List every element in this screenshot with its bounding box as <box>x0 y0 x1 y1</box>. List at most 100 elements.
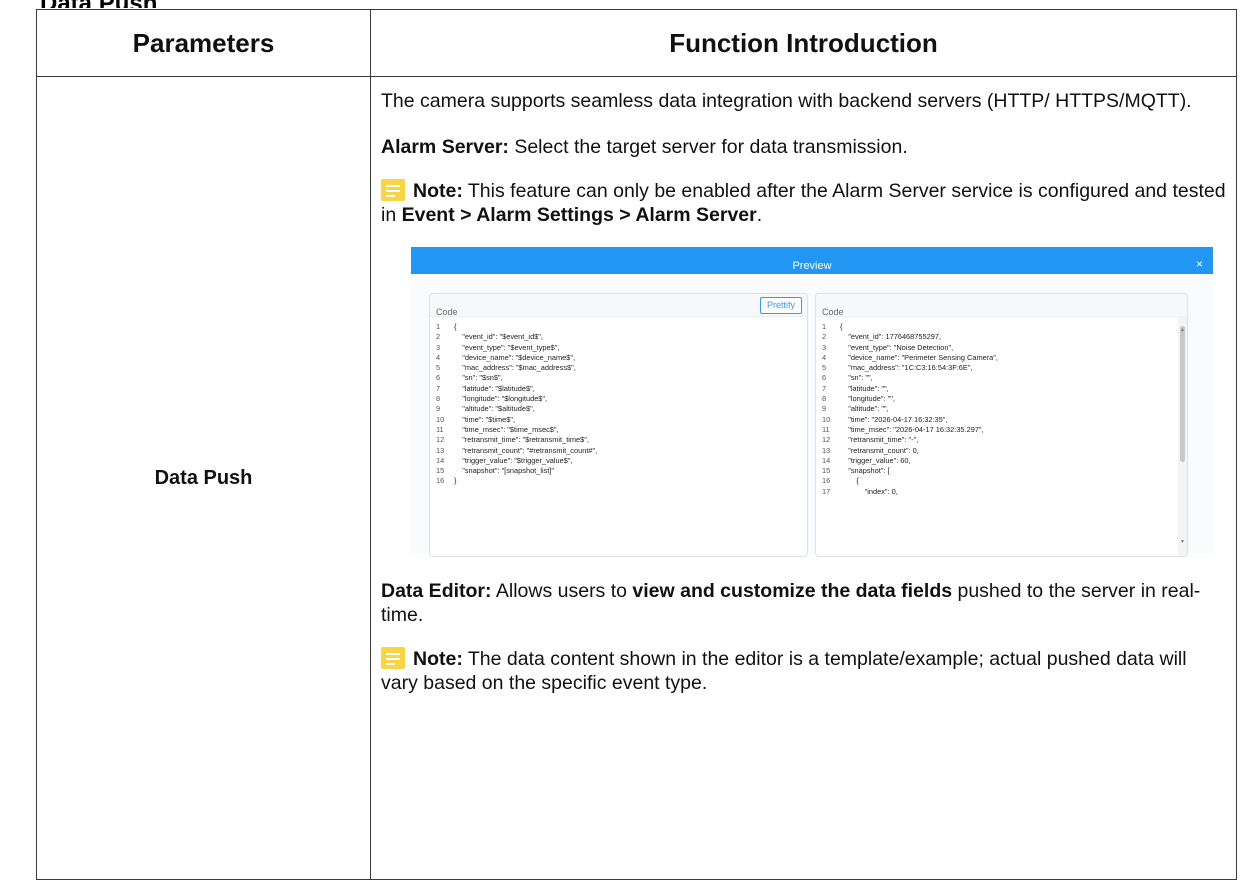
code-text: "snapshot": "[snapshot_list]" <box>454 466 555 476</box>
code-text: "event_id": 1776468755297, <box>840 332 941 342</box>
line-number: 2 <box>436 332 441 342</box>
code-line: 14 "trigger_value": 60, <box>816 456 1187 466</box>
template-code-lines[interactable]: 1{2 "event_id": "$event_id$", 3 "event_ty… <box>430 322 807 487</box>
data-editor-text: Allows users to <box>491 580 633 602</box>
line-number: 7 <box>822 383 827 393</box>
code-text: } <box>454 476 457 486</box>
code-text: "sn": "", <box>840 373 873 383</box>
code-text: { <box>454 322 457 331</box>
data-editor-paragraph: Data Editor: Allows users to view and cu… <box>381 579 1226 627</box>
line-number: 5 <box>822 363 827 373</box>
code-text: "latitude": "$latitude$", <box>454 383 535 393</box>
code-line: 9 "altitude": "", <box>816 404 1187 414</box>
table-header-row: Parameters Function Introduction <box>36 9 1237 77</box>
line-number: 14 <box>822 455 831 465</box>
line-number: 15 <box>822 466 831 476</box>
note-text-end: . <box>756 204 763 226</box>
close-icon[interactable]: × <box>1196 252 1203 276</box>
alarm-server-paragraph: Alarm Server: Select the target server f… <box>381 135 1226 159</box>
line-number: 4 <box>822 352 827 362</box>
note-label: Note: <box>413 180 463 202</box>
line-number: 12 <box>822 435 831 445</box>
scrollbar-thumb[interactable] <box>1180 326 1185 462</box>
code-text: "device_name": "$device_name$", <box>454 352 576 362</box>
code-text: "longitude": "$longitude$", <box>454 394 548 404</box>
line-number: 1 <box>822 322 827 331</box>
code-text: "altitude": "", <box>840 404 889 414</box>
code-text: "event_type": "Noise Detection", <box>840 342 954 352</box>
example-code-lines: 1{2 "event_id": 1776468755297, 3 "event_t… <box>816 322 1187 497</box>
code-line: 8 "longitude": "", <box>816 394 1187 404</box>
code-line: 6 "sn": "", <box>816 373 1187 383</box>
line-number: 6 <box>822 373 827 383</box>
code-panel-header <box>430 294 807 317</box>
code-text: { <box>840 476 859 486</box>
code-text: "retransmit_time": "$retransmit_time$", <box>454 435 589 445</box>
code-line: 13 "retransmit_count": 0, <box>816 446 1187 456</box>
code-line: 2 "event_id": 1776468755297, <box>816 332 1187 342</box>
parameters-table: Parameters Function Introduction Data Pu… <box>36 9 1237 880</box>
code-text: "time": "2026-04-17 16:32:35", <box>840 414 948 424</box>
code-line: 1{ <box>430 322 807 332</box>
header-parameters: Parameters <box>36 9 371 77</box>
note-alarm-server: Note: This feature can only be enabled a… <box>381 179 1226 227</box>
code-line: 11 "time_msec": "$time_msec$", <box>430 425 807 435</box>
code-line: 5 "mac_address": "$mac_address$", <box>430 363 807 373</box>
line-number: 10 <box>822 414 831 424</box>
alarm-server-label: Alarm Server: <box>381 136 509 158</box>
preview-screenshot: Preview × Code Prettify 1{2 "event_id": … <box>411 247 1213 557</box>
note-icon <box>381 647 405 669</box>
code-text: "trigger_value": 60, <box>840 455 911 465</box>
scroll-up-arrow-icon[interactable]: ▲ <box>1180 318 1185 342</box>
code-line: 1{ <box>816 322 1187 332</box>
line-number: 15 <box>436 466 445 476</box>
code-line: 9 "altitude": "$altitude$", <box>430 404 807 414</box>
code-text: { <box>840 322 843 331</box>
line-number: 8 <box>436 394 441 404</box>
data-editor-label: Data Editor: <box>381 580 492 602</box>
code-line: 15 "snapshot": "[snapshot_list]" <box>430 466 807 476</box>
page-heading-fragment: Data Push <box>40 0 157 8</box>
line-number: 9 <box>436 404 441 414</box>
line-number: 6 <box>436 373 441 383</box>
intro-paragraph: The camera supports seamless data integr… <box>381 90 1192 112</box>
table-row: Data Push The camera supports seamless d… <box>36 76 1237 880</box>
scroll-down-arrow-icon[interactable]: ▼ <box>1180 530 1185 554</box>
code-text: "mac_address": "$mac_address$", <box>454 363 576 373</box>
line-number: 10 <box>436 414 445 424</box>
code-text: "time_msec": "$time_msec$", <box>454 424 559 434</box>
line-number: 16 <box>436 476 445 486</box>
code-line: 11 "time_msec": "2026-04-17 16:32:35.297… <box>816 425 1187 435</box>
note-icon <box>381 179 405 201</box>
code-line: 16} <box>430 476 807 486</box>
line-number: 13 <box>822 445 831 455</box>
line-number: 11 <box>822 424 830 434</box>
code-text: "retransmit_count": "#retransmit_count#"… <box>454 445 598 455</box>
line-number: 11 <box>436 424 444 434</box>
line-number: 3 <box>436 342 441 352</box>
parameter-name-data-push: Data Push <box>36 76 371 880</box>
code-text: "event_id": "$event_id$", <box>454 332 543 342</box>
code-line: 7 "latitude": "", <box>816 384 1187 394</box>
code-line: 3 "event_type": "Noise Detection", <box>816 343 1187 353</box>
code-panel-header <box>816 294 1187 317</box>
code-text: "retransmit_time": "-", <box>840 435 919 445</box>
code-line: 12 "retransmit_time": "-", <box>816 435 1187 445</box>
code-text: "snapshot": [ <box>840 466 890 476</box>
line-number: 13 <box>436 445 445 455</box>
line-number: 7 <box>436 383 441 393</box>
line-number: 9 <box>822 404 827 414</box>
code-line: 4 "device_name": "$device_name$", <box>430 353 807 363</box>
code-line: 6 "sn": "$sn$", <box>430 373 807 383</box>
code-line: 10 "time": "$time$", <box>430 415 807 425</box>
prettify-button[interactable]: Prettify <box>759 297 802 314</box>
line-number: 3 <box>822 342 827 352</box>
code-line: 8 "longitude": "$longitude$", <box>430 394 807 404</box>
preview-title: Preview <box>792 260 832 272</box>
code-line: 15 "snapshot": [ <box>816 466 1187 476</box>
example-code-panel: Code 1{2 "event_id": 1776468755297, 3 "ev… <box>815 293 1188 557</box>
code-text: "sn": "$sn$", <box>454 373 503 383</box>
menu-path: Event > Alarm Settings > Alarm Server <box>401 204 757 226</box>
line-number: 2 <box>822 332 827 342</box>
line-number: 16 <box>822 476 831 486</box>
